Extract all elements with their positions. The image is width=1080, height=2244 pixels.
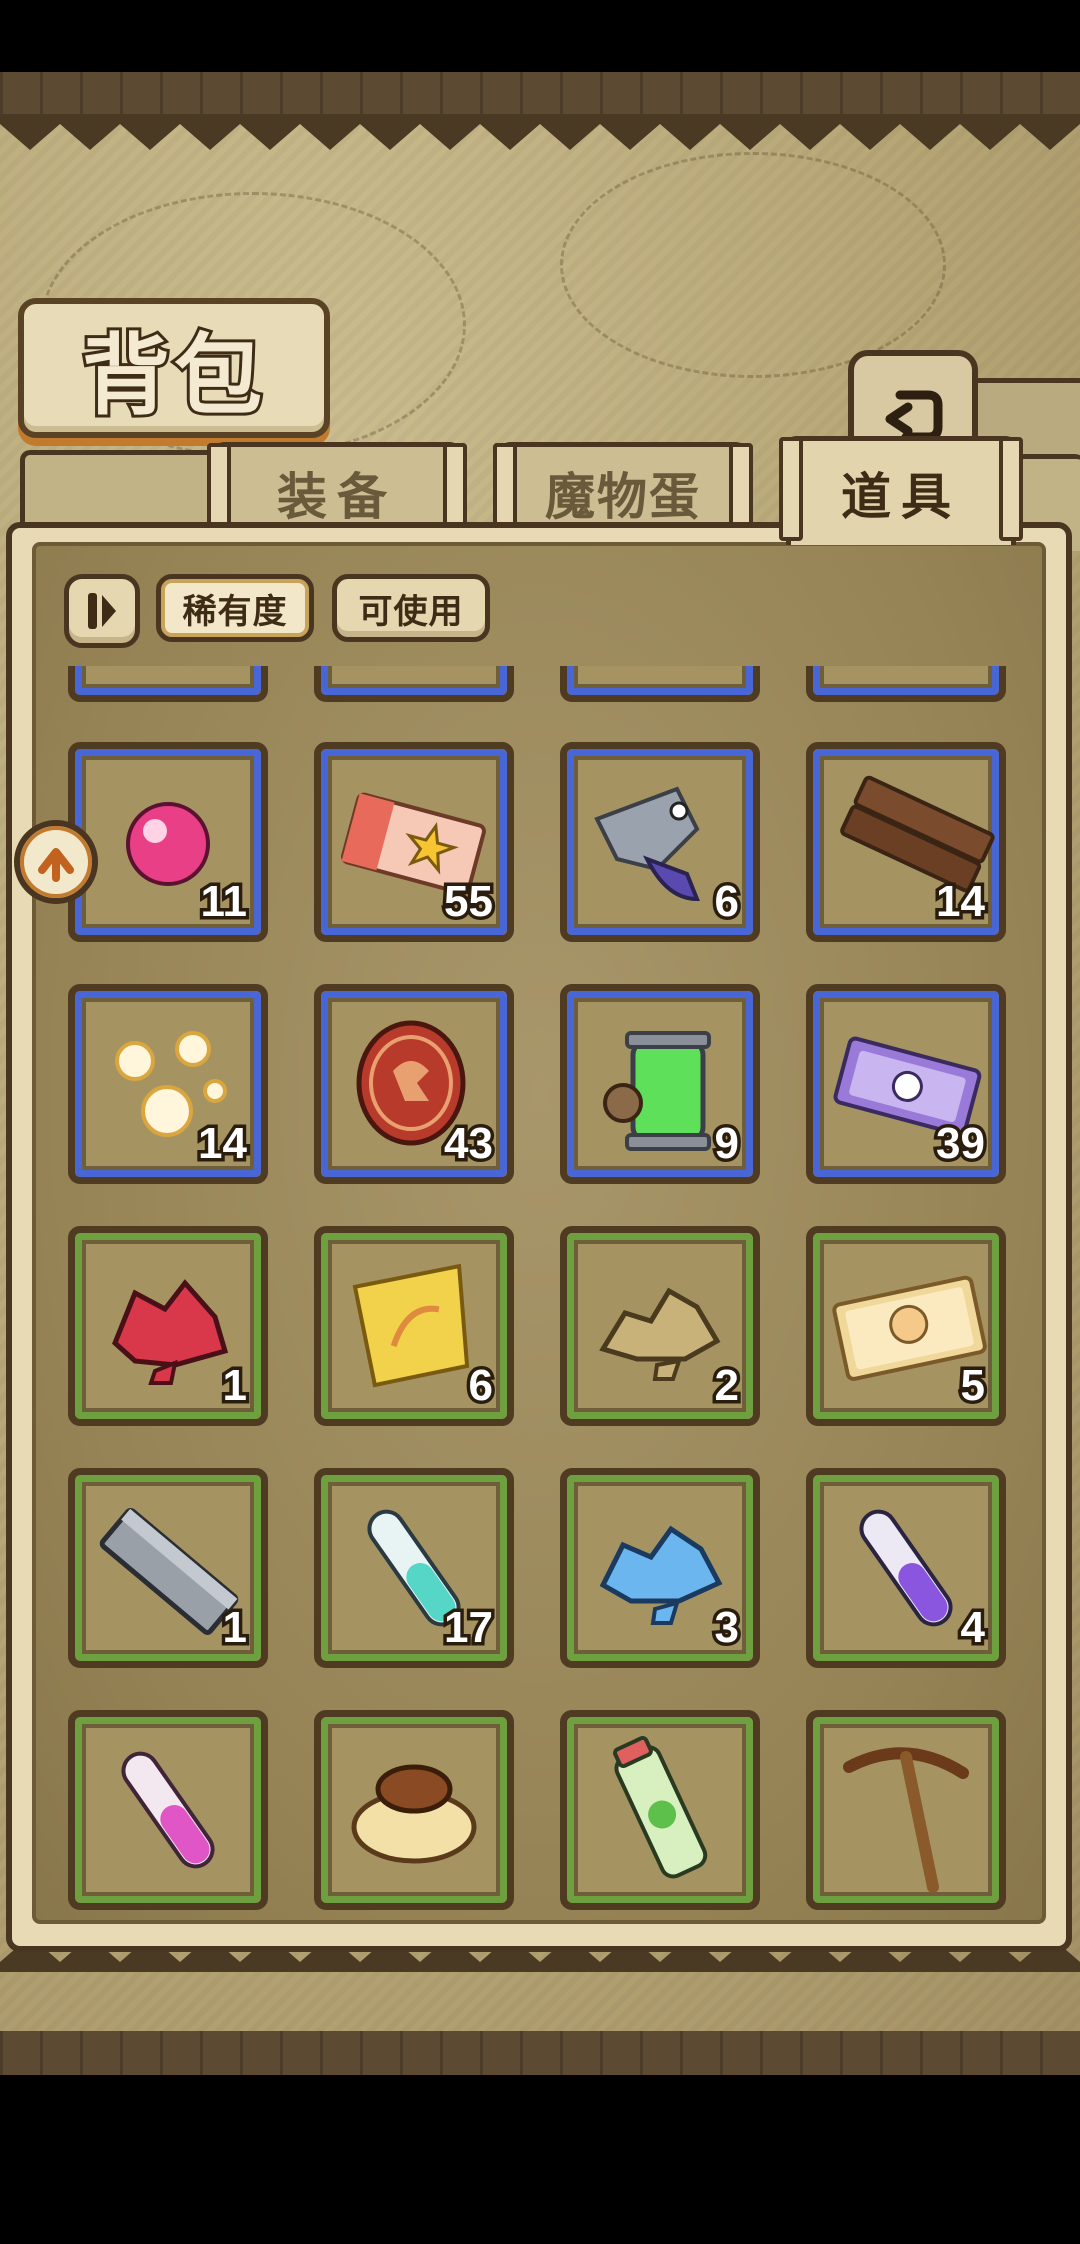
item-count: 55 [441, 874, 497, 930]
sort-order-icon [88, 593, 116, 629]
item-slot-partial[interactable] [806, 666, 1006, 702]
item-count: 1 [219, 1358, 251, 1414]
item-slot[interactable]: 17 [314, 1468, 514, 1668]
pink-test-tube-icon [121, 1751, 215, 1869]
item-slot-partial[interactable] [560, 666, 760, 702]
item-slot[interactable]: 1 [68, 1468, 268, 1668]
pudding-icon [351, 1764, 477, 1864]
tab-items[interactable]: 道具 [779, 436, 1023, 545]
item-slot[interactable]: 2 [560, 1226, 760, 1426]
item-count: 4 [957, 1600, 989, 1656]
scroll-top-button[interactable] [14, 820, 98, 904]
item-count: 14 [933, 874, 989, 930]
top-zigzag-border [0, 114, 1080, 150]
item-slot[interactable] [314, 1710, 514, 1910]
pickaxe-icon [843, 1747, 969, 1893]
item-slot[interactable]: 6 [314, 1226, 514, 1426]
item-count: 43 [441, 1116, 497, 1172]
filter-usable-button[interactable]: 可使用 [332, 574, 490, 642]
item-slot[interactable] [560, 1710, 760, 1910]
filter-rarity-label: 稀有度 [182, 591, 288, 632]
item-count: 2 [711, 1358, 743, 1414]
item-count: 3 [711, 1600, 743, 1656]
inventory-panel-inner: 稀有度 可使用 11 55 6 14 14 43 9 39 1 6 2 5 1 17 3 4 [32, 542, 1046, 1924]
green-drink-bottle-icon [613, 1735, 708, 1879]
bottom-wood-strip [0, 2031, 1080, 2075]
item-slot-frame [75, 666, 261, 695]
item-slot[interactable]: 43 [314, 984, 514, 1184]
item-count: 6 [465, 1358, 497, 1414]
filter-rarity-button[interactable]: 稀有度 [156, 574, 314, 642]
sort-order-toggle[interactable] [64, 574, 140, 648]
item-slot[interactable]: 6 [560, 742, 760, 942]
tab-post [779, 437, 803, 541]
item-count: 11 [197, 874, 250, 930]
item-slot-frame [567, 666, 753, 695]
item-slot[interactable]: 14 [68, 984, 268, 1184]
item-slot[interactable]: 3 [560, 1468, 760, 1668]
item-count: 14 [195, 1116, 251, 1172]
item-count: 5 [957, 1358, 989, 1414]
up-arrow-icon [38, 848, 74, 882]
item-slot[interactable]: 1 [68, 1226, 268, 1426]
tab-label: 道具 [841, 467, 961, 526]
map-decoration [560, 152, 946, 378]
item-slot[interactable] [806, 1710, 1006, 1910]
item-slot[interactable]: 11 [68, 742, 268, 942]
item-slot[interactable]: 55 [314, 742, 514, 942]
item-slot[interactable]: 39 [806, 984, 1006, 1184]
item-slot[interactable]: 4 [806, 1468, 1006, 1668]
item-count: 6 [711, 874, 743, 930]
tab-post [999, 437, 1023, 541]
item-slot[interactable]: 9 [560, 984, 760, 1184]
item-count: 1 [219, 1600, 251, 1656]
item-count: 39 [933, 1116, 989, 1172]
item-slot-partial[interactable] [68, 666, 268, 702]
item-slot[interactable] [68, 1710, 268, 1910]
item-slot[interactable]: 14 [806, 742, 1006, 942]
navigation-bar [0, 2075, 1080, 2244]
status-bar [0, 0, 1080, 72]
tab-label: 魔物蛋 [545, 467, 701, 526]
item-slot[interactable]: 5 [806, 1226, 1006, 1426]
item-slot-frame [321, 666, 507, 695]
inventory-panel: 稀有度 可使用 11 55 6 14 14 43 9 39 1 6 2 5 1 17 3 4 [6, 522, 1072, 1952]
top-wood-strip [0, 72, 1080, 116]
item-grid-scroll[interactable]: 11 55 6 14 14 43 9 39 1 6 2 5 1 17 3 4 [36, 666, 1042, 1920]
inventory-screen: 背包 装备 魔物蛋 道具 稀有度 可使用 11 55 6 14 14 43 9 … [0, 72, 1080, 2075]
tab-label: 装备 [277, 467, 397, 526]
item-slot-partial[interactable] [314, 666, 514, 702]
item-count: 9 [711, 1116, 743, 1172]
item-slot-frame [813, 666, 999, 695]
page-title-plate: 背包 [18, 298, 330, 438]
page-title: 背包 [79, 320, 266, 430]
item-count: 17 [441, 1600, 497, 1656]
filter-usable-label: 可使用 [358, 591, 464, 632]
